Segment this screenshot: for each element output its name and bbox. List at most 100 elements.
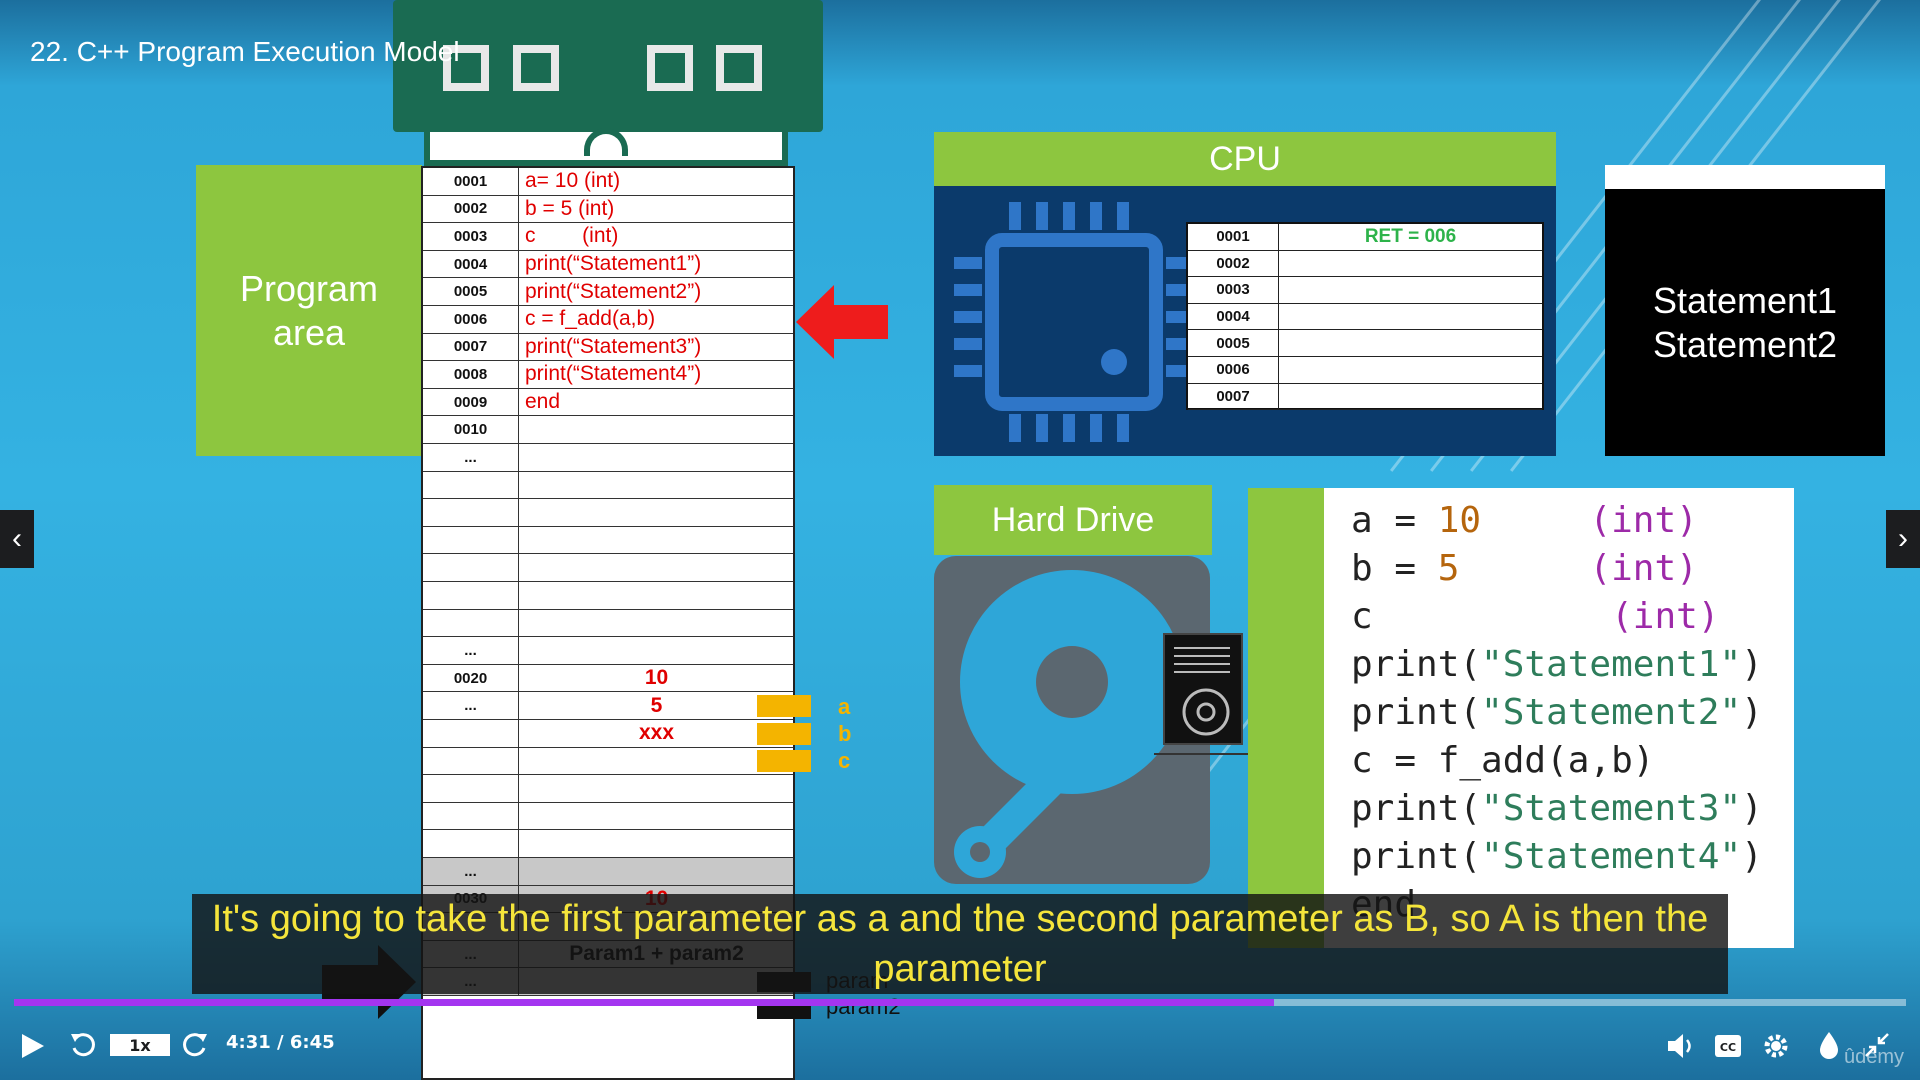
memory-address: ... (423, 444, 519, 471)
memory-address (423, 747, 519, 775)
cpu-title: CPU (934, 132, 1556, 186)
subtitle-caption: It's going to take the first parameter a… (192, 894, 1728, 994)
memory-row: 0010 (423, 416, 793, 444)
memory-row: 0002 b = 5 (int) (423, 195, 793, 224)
var-label-c: c (838, 748, 851, 773)
play-icon[interactable] (20, 1032, 46, 1060)
cpu-register-row: 0002 (1188, 250, 1542, 278)
code-line: print("Statement4") (1351, 836, 1763, 877)
memory-row-empty (423, 747, 793, 776)
code-token: 5 (1437, 548, 1460, 589)
memory-row-empty (423, 609, 793, 638)
memory-address (423, 471, 519, 499)
memory-row-empty (423, 499, 793, 527)
cpu-register-address: 0002 (1188, 250, 1279, 277)
memory-row: 0020 10 (423, 664, 793, 693)
captions-icon[interactable]: CC (1714, 1034, 1742, 1058)
memory-row-empty (423, 830, 793, 858)
memory-address: ... (423, 637, 519, 664)
code-token: ) (1741, 692, 1763, 733)
var-marker-b (757, 723, 811, 745)
cpu-register-row: 0004 (1188, 303, 1542, 331)
memory-row: ... 5 (423, 692, 793, 720)
cpu-register-address: 0001 (1188, 224, 1279, 250)
memory-row: 0007 print(“Statement3”) (423, 333, 793, 362)
memory-value: 5 (650, 693, 663, 717)
settings-gear-icon[interactable] (1762, 1032, 1790, 1060)
udemy-watermark: ûdemy (1844, 1046, 1905, 1068)
code-token: (int) (1589, 500, 1698, 541)
code-token: "Statement4" (1481, 836, 1742, 877)
memory-value: a= 10 (int) (525, 169, 621, 193)
code-token: c = f_add(a,b) (1351, 740, 1655, 781)
volume-icon[interactable] (1666, 1032, 1696, 1060)
next-lecture-button[interactable]: › (1886, 510, 1920, 568)
memory-row: 0003 c (int) (423, 223, 793, 251)
memory-row-empty (423, 775, 793, 803)
hard-drive-title: Hard Drive (934, 485, 1212, 555)
code-token: ) (1741, 836, 1763, 877)
memory-row-empty (423, 471, 793, 500)
code-token: "Statement1" (1481, 644, 1742, 685)
code-line: b = 5 (int) (1351, 548, 1698, 589)
memory-row: 0005 print(“Statement2”) (423, 278, 793, 306)
output-line-2: Statement2 (1652, 323, 1838, 365)
lesson-title: 22. C++ Program Execution Model (30, 36, 460, 67)
memory-address: 0006 (423, 306, 519, 333)
processor-icon (954, 202, 1194, 442)
previous-lecture-button[interactable]: ‹ (0, 510, 34, 568)
video-frame: 22. C++ Program Execution Model Program … (0, 0, 1920, 1080)
memory-row: 0009 end (423, 388, 793, 417)
memory-value: print(“Statement4”) (525, 362, 702, 386)
memory-value: print(“Statement3”) (525, 334, 702, 358)
program-area-line1: Program (239, 267, 379, 309)
code-token: a = (1351, 500, 1438, 541)
chip-slot (716, 45, 762, 91)
memory-row: 0008 print(“Statement4”) (423, 361, 793, 389)
cpu-register-address: 0004 (1188, 303, 1279, 330)
theme-drop-icon[interactable] (1818, 1030, 1840, 1060)
code-line: print("Statement2") (1351, 692, 1763, 733)
memory-address (423, 802, 519, 830)
svg-text:CC: CC (1720, 1041, 1736, 1054)
code-token: ) (1741, 788, 1763, 829)
code-token: c (1351, 596, 1373, 637)
code-token: "Statement3" (1481, 788, 1742, 829)
var-label-b: b (838, 721, 852, 746)
playback-rate-button[interactable]: 1x (110, 1034, 170, 1056)
memory-value: end (525, 390, 561, 414)
code-line: a = 10 (int) (1351, 500, 1698, 541)
memory-address: 0001 (423, 168, 519, 195)
memory-value: c (int) (525, 224, 619, 248)
memory-row-empty (423, 802, 793, 831)
memory-value (519, 858, 794, 885)
progress-bar[interactable] (14, 999, 1906, 1006)
memory-address: 0005 (423, 278, 519, 305)
ram-notch-arc (584, 128, 628, 156)
cpu-register-row: 0007 (1188, 383, 1542, 411)
code-line: c (int) (1351, 596, 1719, 637)
cpu-register-address: 0006 (1188, 357, 1279, 383)
cpu-register-address: 0005 (1188, 330, 1279, 356)
cpu-register-value (1279, 357, 1542, 383)
var-label-a: a (838, 694, 851, 719)
memory-address (423, 830, 519, 857)
memory-value: print(“Statement1”) (525, 252, 702, 276)
cpu-register-value: RET = 006 (1364, 225, 1457, 247)
cpu-register-value (1279, 384, 1542, 410)
cpu-register-value (1279, 330, 1542, 356)
memory-row: ... (423, 444, 793, 472)
code-panel-gutter (1248, 488, 1324, 948)
time-display: 4:31 / 6:45 (226, 1032, 335, 1053)
player-controls: 1x 4:31 / 6:45 CC ûdemy (0, 1006, 1920, 1080)
cpu-register-table: 0001 RET = 006 0002 0003 0004 0005 0006 0007 (1186, 222, 1544, 411)
memory-address (423, 582, 519, 609)
forward-icon[interactable] (180, 1030, 210, 1060)
memory-row: xxx (423, 720, 793, 748)
ram-notch (424, 128, 788, 166)
rewind-icon[interactable] (68, 1030, 98, 1060)
chip-slot (513, 45, 559, 91)
